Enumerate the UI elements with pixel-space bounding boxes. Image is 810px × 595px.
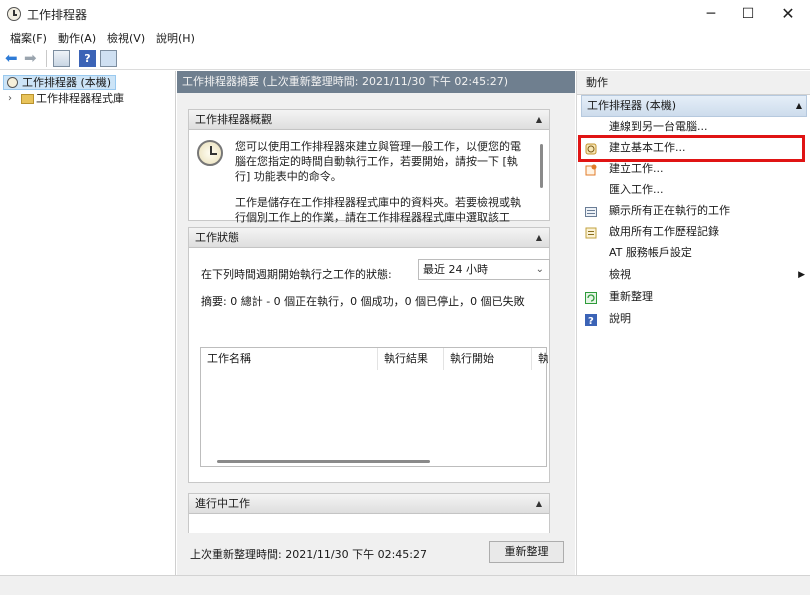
period-label: 在下列時間週期開始執行之工作的狀態: — [201, 268, 392, 281]
action-label: 匯入工作... — [609, 183, 664, 196]
collapse-button[interactable]: ▲ — [533, 232, 545, 243]
task-status-section: 工作狀態 ▲ 在下列時間週期開始執行之工作的狀態: 最近 24 小時 ⌄ 摘要:… — [188, 227, 550, 483]
column-header-task-name[interactable]: 工作名稱 — [201, 348, 378, 370]
task-status-table[interactable]: 工作名稱 執行結果 執行開始 執 — [200, 347, 548, 467]
actions-group-task-scheduler[interactable]: 工作排程器 (本機) ▲ — [581, 95, 807, 117]
actions-group-label: 工作排程器 (本機) — [587, 99, 677, 112]
summary-header: 工作排程器摘要 (上次重新整理時間: 2021/11/30 下午 02:45:2… — [177, 71, 575, 93]
running-tasks-section: 進行中工作 ▲ — [188, 493, 550, 533]
submenu-arrow-icon: ▶ — [798, 270, 805, 280]
forward-arrow-icon[interactable]: ➡ — [24, 50, 41, 67]
menu-bar: 檔案(F) 動作(A) 檢視(V) 說明(H) — [0, 28, 810, 46]
tree-item-task-scheduler-library[interactable]: › 工作排程器程式庫 — [8, 91, 124, 107]
action-refresh[interactable]: 重新整理 — [585, 287, 805, 307]
menu-file[interactable]: 檔案(F) — [10, 30, 47, 46]
action-label: 檢視 — [609, 268, 631, 281]
collapse-button[interactable]: ▲ — [533, 498, 545, 509]
refresh-button[interactable]: 重新整理 — [489, 541, 564, 563]
action-enable-all-history[interactable]: 啟用所有工作歷程記錄 — [585, 222, 805, 242]
running-tasks-icon — [585, 205, 597, 217]
clock-icon — [7, 77, 18, 88]
help-icon: ? — [585, 313, 597, 327]
highlight-box — [578, 135, 805, 162]
create-task-icon — [585, 163, 597, 176]
vertical-scrollbar[interactable] — [540, 144, 543, 188]
section-header[interactable]: 進行中工作 ▲ — [189, 494, 549, 514]
svg-text:?: ? — [588, 316, 594, 326]
overview-text: 您可以使用工作排程器來建立與管理一般工作，以便您的電腦在您指定的時間自動執行工作… — [235, 139, 530, 236]
toolbar: ⬅ ➡ ? — [0, 47, 810, 70]
window-title: 工作排程器 — [27, 8, 88, 22]
menu-action[interactable]: 動作(A) — [58, 30, 96, 46]
action-connect-another-computer[interactable]: 連線到另一台電腦... — [585, 117, 805, 137]
status-bar — [0, 575, 810, 595]
overview-paragraph: 您可以使用工作排程器來建立與管理一般工作，以便您的電腦在您指定的時間自動執行工作… — [235, 140, 521, 183]
column-header-run-end[interactable]: 執 — [532, 348, 548, 370]
action-help[interactable]: ? 說明 — [585, 309, 805, 329]
action-label: 顯示所有正在執行的工作 — [609, 204, 730, 217]
actions-header: 動作 — [577, 71, 810, 95]
section-header[interactable]: 工作狀態 ▲ — [189, 228, 549, 248]
menu-help[interactable]: 說明(H) — [156, 30, 195, 46]
action-import-task[interactable]: 匯入工作... — [585, 180, 805, 200]
period-select[interactable]: 最近 24 小時 ⌄ — [418, 259, 550, 280]
collapse-up-icon[interactable]: ▲ — [796, 96, 802, 116]
menu-view[interactable]: 檢視(V) — [107, 30, 145, 46]
expand-chevron-icon[interactable]: › — [8, 91, 12, 107]
summary-pane: 工作排程器摘要 (上次重新整理時間: 2021/11/30 下午 02:45:2… — [177, 71, 575, 575]
close-button[interactable]: ✕ — [765, 0, 810, 28]
action-label: 重新整理 — [609, 290, 653, 303]
console-tree: 工作排程器 (本機) › 工作排程器程式庫 — [0, 71, 176, 575]
chevron-down-icon: ⌄ — [535, 264, 544, 275]
show-hide-action-pane-icon[interactable] — [100, 50, 117, 67]
task-scheduler-clock-icon — [7, 7, 21, 21]
collapse-button[interactable]: ▲ — [533, 114, 545, 125]
last-refresh-time: 上次重新整理時間: 2021/11/30 下午 02:45:27 — [190, 548, 427, 561]
period-select-value: 最近 24 小時 — [423, 263, 488, 276]
action-view[interactable]: 檢視 ▶ — [585, 265, 805, 285]
action-label: 連線到另一台電腦... — [609, 120, 708, 133]
tree-item-label: 工作排程器程式庫 — [36, 92, 124, 105]
action-display-running-tasks[interactable]: 顯示所有正在執行的工作 — [585, 201, 805, 221]
column-header-run-start[interactable]: 執行開始 — [444, 348, 532, 370]
section-header[interactable]: 工作排程器概觀 ▲ — [189, 110, 549, 130]
action-label: AT 服務帳戶設定 — [609, 246, 692, 259]
refresh-icon — [585, 291, 597, 304]
toolbar-separator — [46, 50, 47, 67]
show-hide-console-tree-icon[interactable] — [53, 50, 70, 67]
help-icon[interactable]: ? — [79, 50, 96, 67]
section-title: 進行中工作 — [195, 497, 250, 510]
overview-paragraph: 工作是儲存在工作排程器程式庫中的資料夾。若要檢視或執行個別工作上的作業，請在工作… — [235, 196, 521, 224]
tree-item-label: 工作排程器 (本機) — [22, 76, 112, 89]
folder-icon — [21, 94, 34, 104]
action-at-service-account[interactable]: AT 服務帳戶設定 — [585, 243, 805, 263]
history-icon — [585, 226, 597, 239]
task-scheduler-clock-icon — [197, 140, 223, 166]
horizontal-scrollbar[interactable] — [217, 460, 430, 463]
status-summary: 摘要: 0 總計 - 0 個正在執行，0 個成功，0 個已停止，0 個已失敗 — [201, 295, 525, 308]
section-title: 工作排程器概觀 — [195, 113, 272, 126]
action-label: 啟用所有工作歷程記錄 — [609, 225, 719, 238]
action-create-task[interactable]: 建立工作... — [585, 159, 805, 179]
action-label: 建立工作... — [609, 162, 664, 175]
overview-section: 工作排程器概觀 ▲ 您可以使用工作排程器來建立與管理一般工作，以便您的電腦在您指… — [188, 109, 550, 224]
section-title: 工作狀態 — [195, 231, 239, 244]
title-bar: 工作排程器 ─ ☐ ✕ — [0, 0, 810, 28]
action-label: 說明 — [609, 312, 631, 325]
back-arrow-icon[interactable]: ⬅ — [5, 50, 22, 67]
column-header-run-result[interactable]: 執行結果 — [378, 348, 444, 370]
tree-item-task-scheduler-local[interactable]: 工作排程器 (本機) — [3, 75, 117, 90]
